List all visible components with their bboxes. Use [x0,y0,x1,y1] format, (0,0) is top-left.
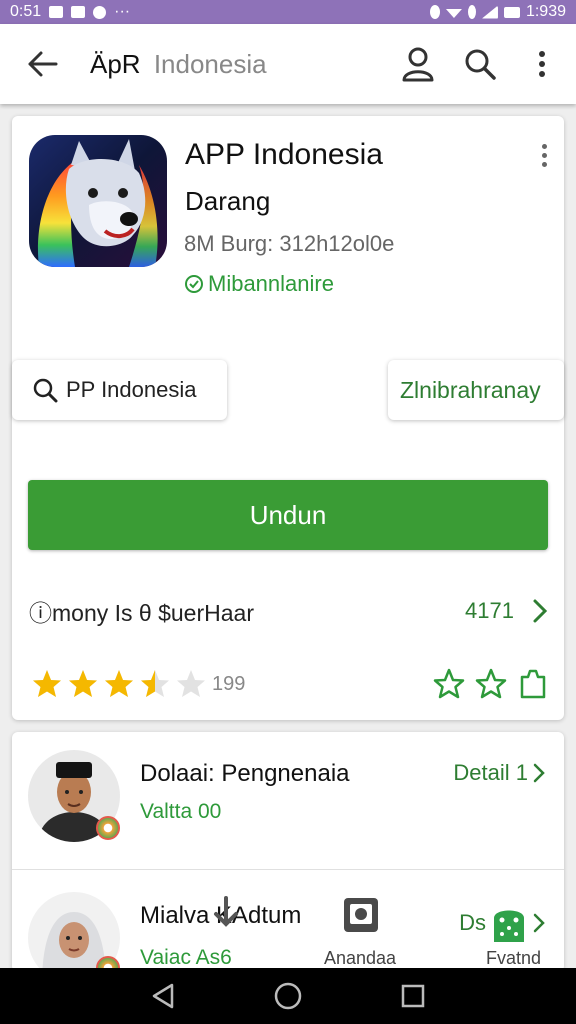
app-notification-icon [93,5,107,19]
install-button[interactable]: Undun [28,480,548,550]
system-nav-bar [0,968,576,1024]
data-icon [467,5,476,19]
list-item[interactable]: Mialva KAdtum Vaiac As6 Anandaa Ds Fvatn… [12,870,564,972]
app-bar-title: ÄpR Indonesia [90,49,267,80]
chevron-right-icon [532,597,552,625]
more-vertical-icon [539,51,545,77]
search-icon [33,378,58,403]
app-meta-info: 8M Burg: 312h12ol0e [184,231,395,256]
status-time: 0:51 [10,3,42,20]
right-caption: Fvatnd [486,948,542,968]
developer-name[interactable]: Darang [185,186,270,217]
nav-back-button[interactable] [145,978,181,1014]
person-name: Dolaai: Pengnenaia [140,760,350,787]
rating-row: 199 [30,664,550,704]
star-outline-icon[interactable] [432,667,466,701]
notification-icon [49,6,64,18]
related-search-chip[interactable]: PP Indonesia [12,360,227,420]
detail-link[interactable]: Ds [459,902,546,944]
info-row-value: 4171 [465,598,514,623]
search-button[interactable] [458,42,502,86]
chevron-right-icon [533,913,545,933]
app-detail-card: APP Indonesia Darang 8M Burg: 312h12ol0e… [12,116,564,720]
alternate-chip[interactable]: Zlnibrahranay [388,360,564,420]
nav-recents-icon [402,984,425,1008]
related-search-label: PP Indonesia [66,377,197,402]
install-button-label: Undun [249,499,327,530]
info-row-text: ⓘmony Is θ $uerHaar [29,600,254,626]
overflow-menu-button[interactable] [520,42,564,86]
star-outline-icon[interactable] [474,667,508,701]
rating-count: 199 [212,672,246,695]
back-arrow-icon [28,51,58,77]
message-icon [71,6,86,18]
download-icon[interactable] [212,896,240,930]
star-icon [105,670,133,697]
person-subtitle: Valtta 00 [140,800,222,823]
avatar-badge-icon [96,816,120,840]
app-bar-title-main: ÄpR [90,48,141,79]
card-more-button[interactable] [534,140,554,170]
star-icon [177,670,205,697]
wifi-icon [445,9,462,18]
app-category[interactable]: Mibannlanire [184,271,334,297]
rating-stars [30,667,208,701]
app-icon[interactable] [29,135,167,267]
status-bar: 0:51 ··· 1:939 [0,0,576,24]
app-bar: ÄpR Indonesia [0,24,576,104]
nav-recents-button[interactable] [395,978,431,1014]
search-icon [465,49,496,80]
status-clock: 1:939 [525,3,566,20]
verified-badge-icon [185,275,203,293]
detail-link-label: Detail 1 [453,760,528,785]
wolf-logo-icon [29,135,167,267]
list-item[interactable]: Dolaai: Pengnenaia Valtta 00 Detail 1 [12,732,564,870]
star-icon [69,670,97,697]
account-button[interactable] [396,42,440,86]
chevron-right-icon [533,763,545,783]
app-name: APP Indonesia [185,138,383,171]
more-vertical-icon [541,143,547,149]
storage-caption: Anandaa [324,948,397,968]
developer-list-card: Dolaai: Pengnenaia Valtta 00 Detail 1 Mi… [12,732,564,972]
app-category-label: Mibannlanire [208,271,334,296]
nav-home-button[interactable] [270,978,306,1014]
battery-icon [503,6,520,18]
alternate-chip-label: Zlnibrahranay [400,376,541,403]
star-icon [33,670,61,697]
info-row[interactable]: ⓘmony Is θ $uerHaar 4171 [12,586,564,636]
bluetooth-icon [429,5,440,19]
nav-back-icon [152,983,173,1009]
app-bar-title-sub: Indonesia [153,48,267,79]
signal-icon [481,5,498,19]
person-subtitle: Vaiac As6 [140,946,232,969]
detail-link-label: Ds [459,910,486,935]
more-notifications: ··· [114,3,131,20]
back-button[interactable] [22,43,64,85]
nav-home-icon [274,982,302,1010]
star-icon [141,670,169,697]
android-badge-icon [494,910,524,942]
account-icon [402,47,434,82]
detail-link[interactable]: Detail 1 [453,760,546,786]
bookmark-icon[interactable] [516,667,550,701]
storage-icon[interactable] [342,896,380,934]
